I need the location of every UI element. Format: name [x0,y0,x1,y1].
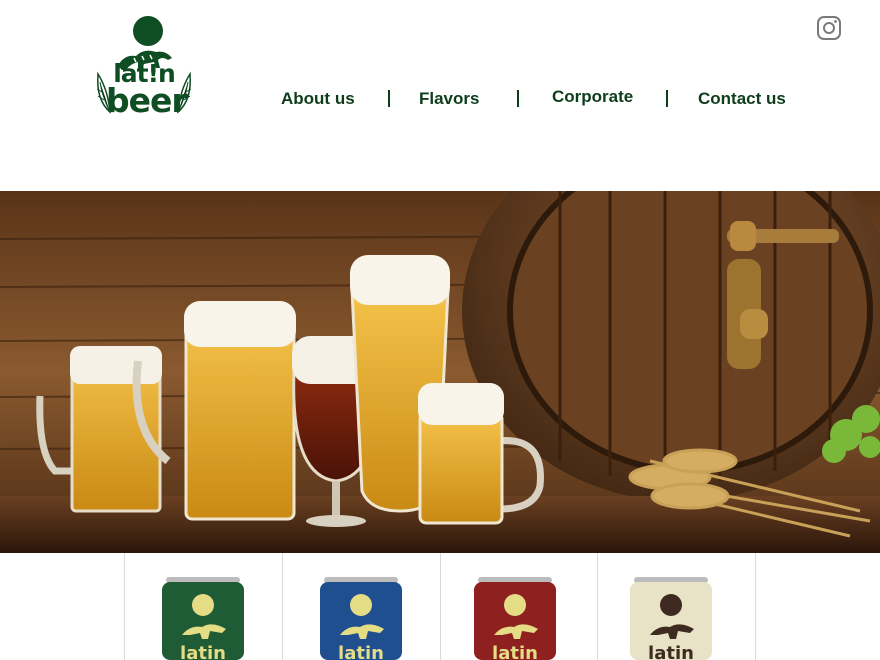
nav-separator [388,90,390,107]
product-divider [440,553,441,660]
product-divider [755,553,756,660]
product-divider [282,553,283,660]
site-header: lat!n beer About us Flavors Corporate Co… [0,0,880,190]
logo-text-bottom: beer [106,81,188,120]
product-divider [597,553,598,660]
can-label: latin [648,643,694,660]
can-label: latin [492,643,538,660]
product-strip: latin latin latin latin [0,553,880,660]
nav-about-us[interactable]: About us [281,89,355,109]
nav-flavors[interactable]: Flavors [419,89,479,109]
beer-can-green[interactable]: latin [160,577,246,660]
hero-banner [0,191,880,553]
beer-can-blue[interactable]: latin [318,577,404,660]
beer-can-cream[interactable]: latin [628,577,714,660]
can-label: latin [180,643,226,660]
beer-glasses-barrel-photo [0,191,880,553]
nav-separator [517,90,519,107]
nav-contact-us[interactable]: Contact us [698,89,786,109]
can-label: latin [338,643,384,660]
beer-can-red[interactable]: latin [472,577,558,660]
latin-beer-logo[interactable]: lat!n beer [92,14,196,120]
nav-separator [666,90,668,107]
nav-corporate[interactable]: Corporate [552,87,633,107]
instagram-icon[interactable] [816,15,842,41]
logo-moon-icon [133,16,163,46]
product-divider [124,553,125,660]
